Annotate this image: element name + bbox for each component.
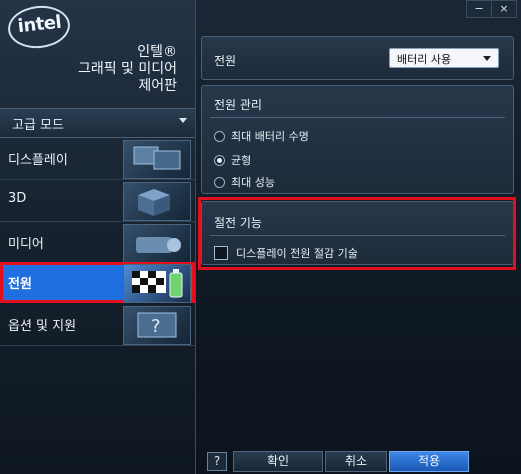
chevron-down-icon xyxy=(179,118,187,123)
projector-icon xyxy=(123,224,191,263)
radio-button-selected-icon xyxy=(214,154,225,166)
product-title-line1: 인텔® xyxy=(137,44,177,60)
nav-item-3d[interactable]: 3D xyxy=(0,180,195,222)
cube-icon xyxy=(123,182,191,221)
radio-label: 균형 xyxy=(231,154,252,167)
radio-max-battery[interactable]: 최대 배터리 수명 xyxy=(214,128,309,144)
nav-item-label: 옵션 및 지원 xyxy=(8,319,77,334)
product-title: 인텔® 그래픽 및 미디어 제어판 xyxy=(78,44,177,95)
radio-label: 최대 성능 xyxy=(231,176,275,189)
help-screen-icon: ? xyxy=(123,306,191,345)
intel-logo: intel xyxy=(5,2,73,52)
help-button[interactable]: ? xyxy=(207,452,227,471)
checkered-flag-battery-icon xyxy=(123,264,191,303)
mode-dropdown[interactable]: 고급 모드 xyxy=(0,108,195,138)
radio-balanced[interactable]: 균형 xyxy=(214,152,251,168)
minimize-button[interactable]: − xyxy=(466,0,492,18)
bottom-bar: ? 확인 취소 적용 xyxy=(0,448,521,474)
product-title-line2: 그래픽 및 미디어 xyxy=(77,61,177,77)
nav-item-power[interactable]: 전원 xyxy=(0,262,195,303)
radio-max-performance[interactable]: 최대 성능 xyxy=(214,174,275,190)
background-area xyxy=(201,276,512,444)
monitor-icon xyxy=(123,140,191,179)
nav-item-label: 미디어 xyxy=(8,237,44,252)
divider xyxy=(210,117,505,118)
power-source-value: 배터리 사용 xyxy=(397,53,452,66)
product-title-line3: 제어판 xyxy=(138,78,177,94)
highlight-box xyxy=(198,197,516,270)
svg-text:?: ? xyxy=(151,316,161,337)
nav-item-display[interactable]: 디스플레이 xyxy=(0,138,195,180)
radio-button-icon xyxy=(214,176,225,188)
close-button[interactable]: × xyxy=(491,0,517,18)
chevron-down-icon xyxy=(483,56,491,61)
intel-logo-text: intel xyxy=(16,11,63,38)
apply-button[interactable]: 적용 xyxy=(389,451,469,472)
nav-item-label: 3D xyxy=(8,191,27,206)
intel-control-panel-window: intel 인텔® 그래픽 및 미디어 제어판 고급 모드 디스플레이 3D 미… xyxy=(0,0,521,474)
power-source-label: 전원 xyxy=(214,54,237,68)
cancel-button[interactable]: 취소 xyxy=(325,451,387,472)
power-source-select[interactable]: 배터리 사용 xyxy=(389,48,499,68)
left-panel: intel 인텔® 그래픽 및 미디어 제어판 고급 모드 디스플레이 3D 미… xyxy=(0,0,196,474)
nav-item-media[interactable]: 미디어 xyxy=(0,222,195,264)
power-management-title: 전원 관리 xyxy=(214,98,262,112)
power-management-card: 전원 관리 최대 배터리 수명 균형 최대 성능 xyxy=(201,85,514,194)
radio-button-icon xyxy=(214,130,225,142)
ok-button[interactable]: 확인 xyxy=(233,451,323,472)
mode-dropdown-label: 고급 모드 xyxy=(12,118,64,133)
radio-label: 최대 배터리 수명 xyxy=(231,130,309,143)
nav-item-label: 전원 xyxy=(8,277,32,292)
power-source-card: 전원 배터리 사용 xyxy=(201,36,514,80)
nav-item-label: 디스플레이 xyxy=(8,153,68,168)
nav-item-options-support[interactable]: 옵션 및 지원 ? xyxy=(0,304,195,346)
